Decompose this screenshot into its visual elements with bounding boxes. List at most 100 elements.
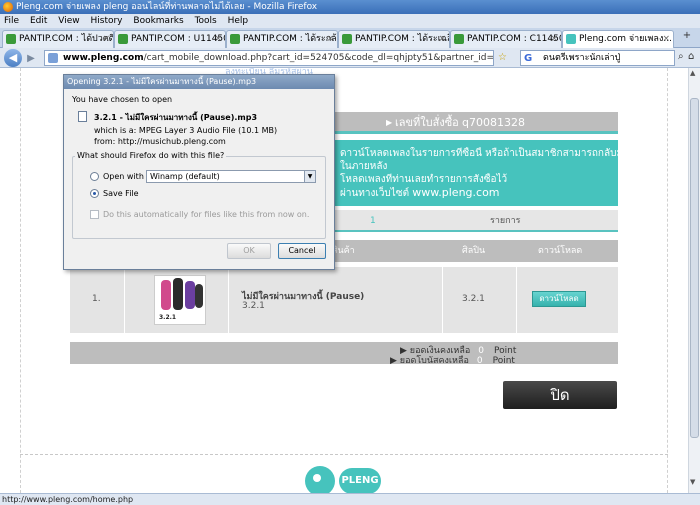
dialog-title: Opening 3.2.1 - ไม่มีใครผ่านมาทางนี้ (Pa… xyxy=(64,75,334,89)
tab-pantip-3[interactable]: PANTIP.COM : ได้ระกล้อง... × xyxy=(226,30,338,48)
tab-label: PANTIP.COM : C11450... xyxy=(467,34,561,44)
pleng-favicon xyxy=(566,34,576,44)
menu-file[interactable]: File xyxy=(4,14,19,28)
item-count-unit: รายการ xyxy=(490,216,521,226)
tab-pantip-4[interactable]: PANTIP.COM : ได้ระเฉลิม... × xyxy=(338,30,450,48)
scroll-down-icon[interactable]: ▼ xyxy=(690,478,695,486)
menu-bar: File Edit View History Bookmarks Tools H… xyxy=(0,14,700,28)
cell-separator xyxy=(442,267,443,333)
pleng-logo-text: PLENG xyxy=(339,468,381,493)
tab-label: Pleng.com จ่ายเพลง... xyxy=(579,34,672,44)
open-with-select[interactable]: Winamp (default) ▼ xyxy=(146,170,316,183)
notice-line: โหลดเพลงที่ท่านเลยทำรายการสั่งซื้อไว้ xyxy=(340,174,508,185)
scroll-up-icon[interactable]: ▲ xyxy=(690,69,695,77)
file-open-dialog: Opening 3.2.1 - ไม่มีใครผ่านมาทางนี้ (Pa… xyxy=(63,74,335,270)
notice-line: ในภายหลัง xyxy=(340,161,388,172)
tab-close-icon[interactable]: × xyxy=(326,31,334,47)
row-index: 1. xyxy=(92,294,101,304)
notice-line: ผ่านทางเว็บไซต์ www.pleng.com xyxy=(340,186,500,199)
artist-cell: 3.2.1 xyxy=(462,294,485,304)
window-titlebar: Pleng.com จ่ายเพลง pleng ออนไลน์ที่ท่านพ… xyxy=(0,0,700,14)
tab-close-icon[interactable]: × xyxy=(662,31,670,47)
menu-view[interactable]: View xyxy=(58,14,79,28)
triangle-right-icon: ▶ xyxy=(390,356,397,366)
auto-checkbox-label[interactable]: Do this automatically for files like thi… xyxy=(103,210,309,219)
save-file-radio[interactable] xyxy=(90,189,99,198)
tab-bar: PANTIP.COM : ได้ปวดดี... × PANTIP.COM : … xyxy=(0,28,700,48)
google-search-icon[interactable]: G xyxy=(524,52,532,65)
open-with-value: Winamp (default) xyxy=(150,172,220,181)
status-text: http://www.pleng.com/home.php xyxy=(2,495,134,504)
auto-checkbox[interactable] xyxy=(90,210,99,219)
window-title: Pleng.com จ่ายเพลง pleng ออนไลน์ที่ท่านพ… xyxy=(16,2,318,12)
tab-close-icon[interactable]: × xyxy=(102,31,110,47)
album-cover-logo: 3.2.1 xyxy=(159,314,177,321)
table-row: 1. 3.2.1 ไม่มีใครผ่านมาทางนี้ (Pause) 3.… xyxy=(70,267,618,333)
column-product: สินค้า xyxy=(332,246,355,256)
cancel-button[interactable]: Cancel xyxy=(278,243,326,259)
dialog-filename: 3.2.1 - ไม่มีใครผ่านมาทางนี้ (Pause).mp3 xyxy=(94,113,258,122)
close-page-button[interactable]: ปิด xyxy=(503,381,617,409)
tab-close-icon[interactable]: × xyxy=(550,31,558,47)
tab-pantip-1[interactable]: PANTIP.COM : ได้ปวดดี... × xyxy=(2,30,114,48)
pantip-favicon xyxy=(342,34,352,44)
back-arrow-icon[interactable]: ◀ xyxy=(4,49,22,67)
tab-label: PANTIP.COM : ได้ระเฉลิม... xyxy=(355,34,449,44)
save-file-label[interactable]: Save File xyxy=(103,189,139,198)
dialog-file-type: which is a: MPEG Layer 3 Audio File (10.… xyxy=(94,126,278,135)
bookmark-star-icon[interactable]: ☆ xyxy=(498,52,507,63)
album-cover: 3.2.1 xyxy=(154,275,206,325)
menu-help[interactable]: Help xyxy=(228,14,249,28)
new-tab-icon[interactable]: + xyxy=(680,30,694,46)
site-identity-icon[interactable] xyxy=(48,53,58,63)
audio-file-icon xyxy=(78,111,87,122)
tab-label: PANTIP.COM : U11450... xyxy=(131,34,225,44)
notice-site-link[interactable]: www.pleng.com xyxy=(412,186,499,199)
pantip-favicon xyxy=(454,34,464,44)
points-bar: ▶ ยอดเงินคงเหลือ 0 Point ▶ ยอดโบนัสคงเหลือ… xyxy=(70,342,618,366)
tab-close-icon[interactable]: × xyxy=(214,31,222,47)
navigation-bar: ◀ ▶ www.pleng.com/cart_mobile_download.p… xyxy=(0,48,700,68)
download-button[interactable]: ดาวน์โหลด xyxy=(532,291,586,307)
status-bar: http://www.pleng.com/home.php xyxy=(0,493,700,505)
menu-bookmarks[interactable]: Bookmarks xyxy=(133,14,183,28)
home-icon[interactable]: ⌂ xyxy=(688,51,694,62)
url-host: www.pleng.com xyxy=(63,53,144,63)
url-bar[interactable]: www.pleng.com/cart_mobile_download.php?c… xyxy=(44,50,494,66)
column-download: ดาวน์โหลด xyxy=(538,246,583,256)
open-with-label[interactable]: Open with xyxy=(103,172,144,181)
order-number-label: เลขที่ใบสั่งซื้อ xyxy=(395,116,459,129)
points-bonus-value: 0 xyxy=(476,356,483,366)
chevron-down-icon[interactable]: ▼ xyxy=(304,171,315,182)
dialog-file-source: from: http://musichub.pleng.com xyxy=(94,137,226,146)
tab-pleng[interactable]: Pleng.com จ่ายเพลง... × xyxy=(562,30,674,48)
forward-arrow-icon[interactable]: ▶ xyxy=(24,52,38,65)
firefox-icon xyxy=(3,2,13,12)
footer-divider xyxy=(20,454,668,455)
ok-button[interactable]: OK xyxy=(227,243,271,259)
vertical-scrollbar[interactable]: ▲ ▼ xyxy=(688,68,700,493)
search-magnifier-icon[interactable]: ⌕ xyxy=(678,51,684,62)
pantip-favicon xyxy=(118,34,128,44)
pleng-bird-icon xyxy=(305,466,335,493)
scroll-thumb[interactable] xyxy=(690,98,699,438)
tab-label: PANTIP.COM : ได้ระกล้อง... xyxy=(243,34,337,44)
menu-history[interactable]: History xyxy=(90,14,122,28)
tab-close-icon[interactable]: × xyxy=(438,31,446,47)
tab-pantip-2[interactable]: PANTIP.COM : U11450... × xyxy=(114,30,226,48)
song-artist: 3.2.1 xyxy=(242,301,265,311)
notice-line: ดาวน์โหลดเพลงในรายการที่ซื้อนี้ หรือถ้าเ… xyxy=(340,148,618,159)
cell-separator xyxy=(516,267,517,333)
url-path: /cart_mobile_download.php?cart_id=524705… xyxy=(143,53,494,63)
search-text: ดนตรีเพราะนักเล่าปู่ xyxy=(543,53,621,63)
menu-edit[interactable]: Edit xyxy=(30,14,47,28)
column-artist: ศิลปิน xyxy=(462,246,486,256)
tab-label: PANTIP.COM : ได้ปวดดี... xyxy=(19,34,114,44)
points-bonus: ▶ ยอดโบนัสคงเหลือ 0 Point xyxy=(390,356,515,366)
tab-pantip-5[interactable]: PANTIP.COM : C11450... × xyxy=(450,30,562,48)
search-input[interactable]: G ดนตรีเพราะนักเล่าปู่ xyxy=(520,50,675,66)
dialog-question: What should Firefox do with this file? xyxy=(75,151,227,160)
order-number-value: q70081328 xyxy=(462,116,525,129)
menu-tools[interactable]: Tools xyxy=(195,14,217,28)
open-with-radio[interactable] xyxy=(90,172,99,181)
